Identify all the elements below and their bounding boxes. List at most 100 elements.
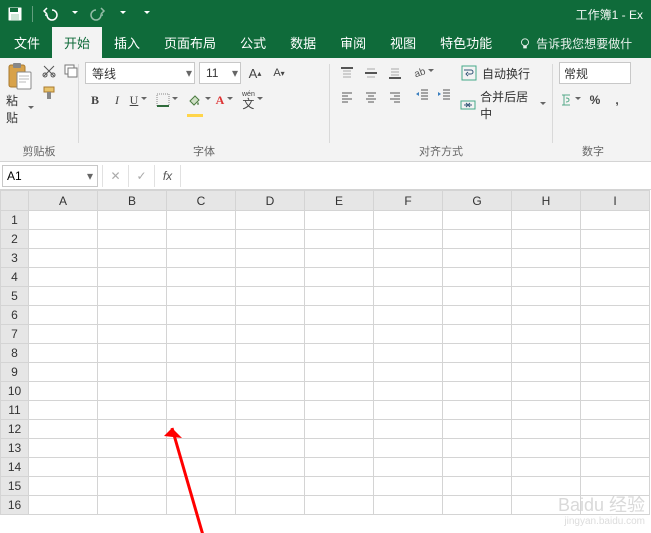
cell[interactable] <box>581 439 650 458</box>
align-right-icon[interactable] <box>384 86 406 108</box>
row-header[interactable]: 11 <box>1 401 29 420</box>
cell[interactable] <box>98 420 167 439</box>
align-middle-icon[interactable] <box>360 62 382 84</box>
cell[interactable] <box>512 344 581 363</box>
cell[interactable] <box>581 249 650 268</box>
cell[interactable] <box>581 420 650 439</box>
row-header[interactable]: 8 <box>1 344 29 363</box>
cell[interactable] <box>98 325 167 344</box>
cell[interactable] <box>512 268 581 287</box>
cell[interactable] <box>29 268 98 287</box>
cell[interactable] <box>305 458 374 477</box>
cell[interactable] <box>29 325 98 344</box>
cell[interactable] <box>98 306 167 325</box>
enter-formula-icon[interactable]: ✓ <box>128 165 154 187</box>
tab-home[interactable]: 开始 <box>52 27 102 58</box>
cell[interactable] <box>305 382 374 401</box>
tab-data[interactable]: 数据 <box>278 27 328 58</box>
cell[interactable] <box>167 382 236 401</box>
cell[interactable] <box>305 496 374 515</box>
col-header[interactable]: A <box>29 191 98 211</box>
worksheet-grid[interactable]: A B C D E F G H I 1234567891011121314151… <box>0 190 651 533</box>
accounting-format-button[interactable] <box>559 90 583 110</box>
cell[interactable] <box>236 382 305 401</box>
tab-view[interactable]: 视图 <box>378 27 428 58</box>
cell[interactable] <box>98 439 167 458</box>
redo-icon[interactable] <box>89 5 107 23</box>
cell[interactable] <box>305 230 374 249</box>
cell[interactable] <box>443 249 512 268</box>
format-painter-icon[interactable] <box>40 84 58 102</box>
row-header[interactable]: 16 <box>1 496 29 515</box>
undo-dropdown-icon[interactable] <box>65 5 83 23</box>
cell[interactable] <box>443 439 512 458</box>
italic-button[interactable]: I <box>107 90 127 110</box>
cell[interactable] <box>374 268 443 287</box>
cell[interactable] <box>512 211 581 230</box>
cell[interactable] <box>98 211 167 230</box>
cell[interactable] <box>305 420 374 439</box>
col-header[interactable]: E <box>305 191 374 211</box>
cell[interactable] <box>98 268 167 287</box>
cell[interactable] <box>167 287 236 306</box>
cell[interactable] <box>512 306 581 325</box>
cell[interactable] <box>305 306 374 325</box>
cell[interactable] <box>374 230 443 249</box>
cell[interactable] <box>98 477 167 496</box>
cell[interactable] <box>374 477 443 496</box>
cut-icon[interactable] <box>40 62 58 80</box>
merge-center-button[interactable]: 合并后居中 <box>460 88 546 122</box>
cell[interactable] <box>167 211 236 230</box>
cell[interactable] <box>443 211 512 230</box>
font-name-combo[interactable]: 等线 ▾ <box>85 62 195 84</box>
cell[interactable] <box>236 306 305 325</box>
cell[interactable] <box>443 477 512 496</box>
cell[interactable] <box>512 458 581 477</box>
cell[interactable] <box>167 268 236 287</box>
cell[interactable] <box>305 287 374 306</box>
cell[interactable] <box>98 230 167 249</box>
cell[interactable] <box>29 211 98 230</box>
cell[interactable] <box>443 287 512 306</box>
tab-file[interactable]: 文件 <box>2 27 52 58</box>
cell[interactable] <box>305 363 374 382</box>
cell[interactable] <box>167 496 236 515</box>
row-header[interactable]: 10 <box>1 382 29 401</box>
cell[interactable] <box>581 382 650 401</box>
cell[interactable] <box>167 306 236 325</box>
cell[interactable] <box>98 363 167 382</box>
cell[interactable] <box>512 230 581 249</box>
cell[interactable] <box>167 249 236 268</box>
cell[interactable] <box>581 211 650 230</box>
underline-button[interactable]: U <box>129 90 149 110</box>
cell[interactable] <box>29 287 98 306</box>
shrink-font-icon[interactable]: A▾ <box>269 63 289 83</box>
cell[interactable] <box>443 401 512 420</box>
cell[interactable] <box>512 363 581 382</box>
cell[interactable] <box>98 458 167 477</box>
cell[interactable] <box>443 230 512 249</box>
cancel-formula-icon[interactable]: ✕ <box>102 165 128 187</box>
tab-formulas[interactable]: 公式 <box>228 27 278 58</box>
row-header[interactable]: 3 <box>1 249 29 268</box>
row-header[interactable]: 9 <box>1 363 29 382</box>
col-header[interactable]: H <box>512 191 581 211</box>
cell[interactable] <box>236 268 305 287</box>
cell[interactable] <box>512 439 581 458</box>
tab-review[interactable]: 审阅 <box>328 27 378 58</box>
cell[interactable] <box>98 344 167 363</box>
cell[interactable] <box>29 477 98 496</box>
cell[interactable] <box>98 249 167 268</box>
font-color-button[interactable]: A <box>215 90 235 110</box>
cell[interactable] <box>512 420 581 439</box>
align-left-icon[interactable] <box>336 86 358 108</box>
cell[interactable] <box>581 363 650 382</box>
row-header[interactable]: 12 <box>1 420 29 439</box>
cell[interactable] <box>98 287 167 306</box>
col-header[interactable]: B <box>98 191 167 211</box>
cell[interactable] <box>236 439 305 458</box>
cell[interactable] <box>374 306 443 325</box>
cell[interactable] <box>236 211 305 230</box>
cell[interactable] <box>374 211 443 230</box>
row-header[interactable]: 15 <box>1 477 29 496</box>
